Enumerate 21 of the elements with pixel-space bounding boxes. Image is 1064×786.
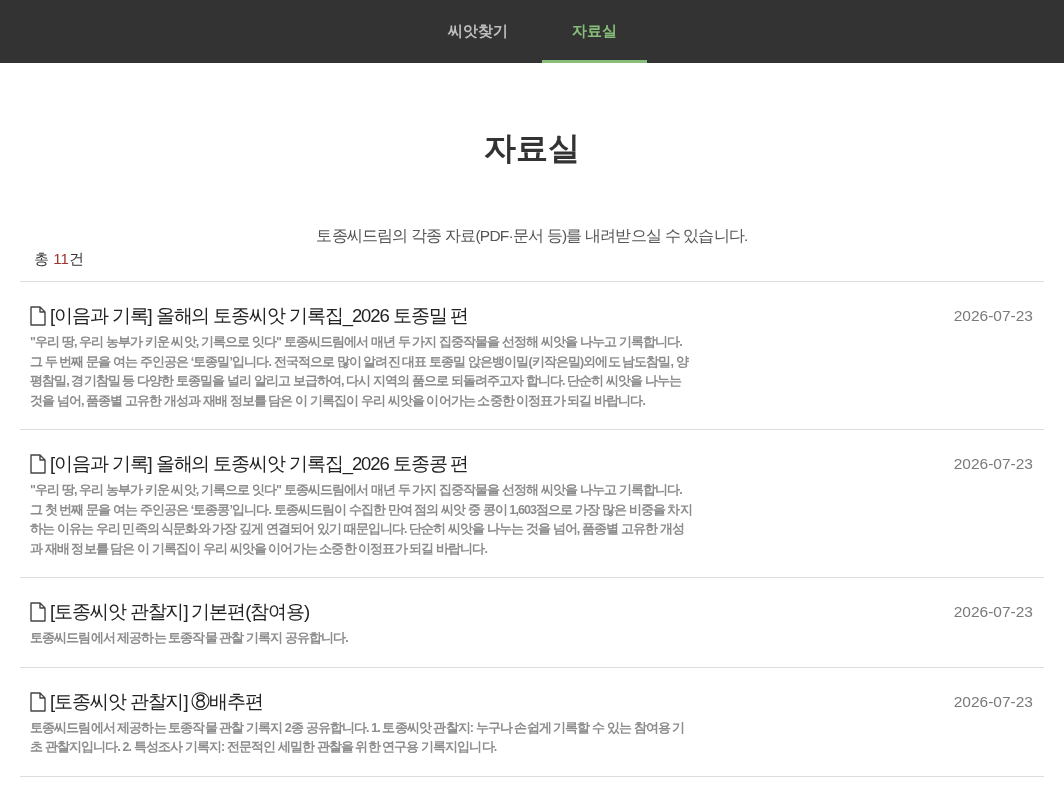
document-icon (30, 306, 46, 326)
document-date: 2026-07-23 (953, 454, 1033, 474)
document-title-link[interactable]: [토종씨앗 관찰지] 기본편(참여용) (50, 598, 309, 626)
document-title-link[interactable]: [이음과 기록] 올해의 토종씨앗 기록집_2026 토종밀 편 (50, 302, 469, 330)
total-count: 총 11건 (34, 249, 84, 269)
document-icon (30, 602, 46, 622)
document-description: 토종씨드림에서 제공하는 토종작물 관찰 기록지 공유합니다. (30, 630, 349, 647)
page-subtitle: 토종씨드림의 각종 자료(PDF·문서 등)를 내려받으실 수 있습니다. (316, 226, 748, 246)
document-description: 토종씨드림에서 제공하는 토종작물 관찰 기록지 2종 공유합니다. 1. 토종씨앗 관찰지: 누구나 손쉽게 기록할 수 있는 참여용 기초 관찰지입니다. 2. 특성조사 기록지: 전문적인 세밀한 관찰을 위한 연구용 기록지입니다. (30, 719, 686, 756)
page-title: 자료실 (484, 129, 580, 168)
nav-tab[interactable]: 씨앗찾기 (417, 0, 538, 63)
document-icon (30, 454, 46, 474)
document-icon (30, 691, 46, 712)
document-date: 2026-07-23 (953, 602, 1033, 622)
document-title-link[interactable]: [이음과 기록] 올해의 토종씨앗 기록집_2026 토종콩 편 (50, 450, 469, 478)
document-description: "우리 땅, 우리 농부가 키운 씨앗, 기록으로 잇다" 토종씨드림에서 매년 두 가지 집중작물을 선정해 씨앗을 나누고 기록합니다. 그 첫 번째 문을 여는 주인공은 ‘토종콩’입니다. 토종씨드림이 수집한 만여 점의 씨앗 중 콩이 1,603점으로 가장 많은 비중을 차지하는 이유는 우리 민족의 식문화와 가장 깊게 연결되어 있기 때문입니다. 단순히 씨앗을 나누는 것을 넘어, 품종별 고유한 개성과 재배 정보를 담은 이 기록집이 우리 씨앗을 이어가는 소중한 이정표가 되길 바랍니다. (30, 482, 693, 558)
document-title-link[interactable]: [토종씨앗 관찰지] ⑧배추편 (50, 687, 264, 716)
document-description: "우리 땅, 우리 농부가 키운 씨앗, 기록으로 잇다" 토종씨드림에서 매년 두 가지 집중작물을 선정해 씨앗을 나누고 기록합니다. 그 두 번째 문을 여는 주인공은 ‘토종밀’입니다. 전국적으로 많이 알려진 대표 토종밀 앉은뱅이밀(키작은밀)외에도 남도참밀, 양평참밀, 경기참밀 등 다양한 토종밀을 널리 알리고 보급하여, 다시 지역의 품으로 되돌려주고자 합니다. 단순히 씨앗을 나누는 것을 넘어, 품종별 고유한 개성과 재배 정보를 담은 이 기록집이 우리 씨앗을 이어가는 소중한 이정표가 되길 바랍니다. (30, 334, 690, 410)
document-date: 2026-07-23 (953, 691, 1033, 712)
nav-tab[interactable]: 자료실 (541, 0, 647, 63)
document-date: 2026-07-23 (953, 306, 1033, 326)
